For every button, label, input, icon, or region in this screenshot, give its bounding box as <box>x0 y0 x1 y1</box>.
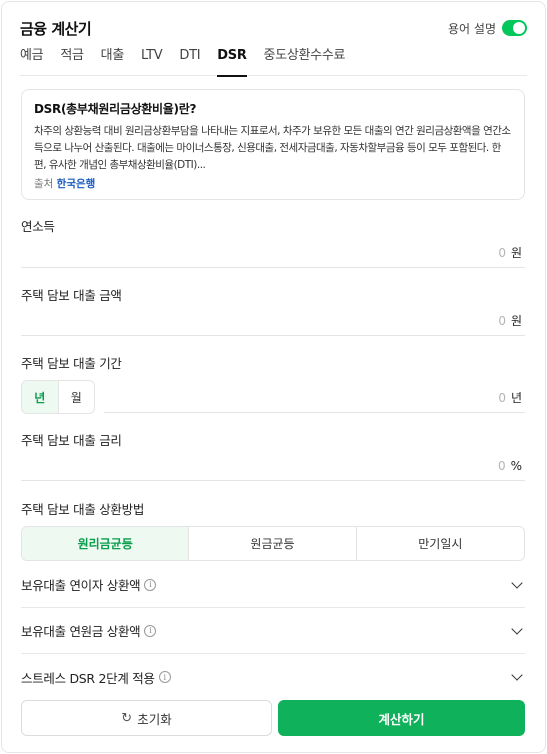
glossary-toggle-group[interactable]: 용어 설명 <box>448 20 527 37</box>
loan-amount-label: 주택 담보 대출 금액 <box>21 288 122 303</box>
accordion-title: 보유대출 연이자 상환액 <box>21 578 141 593</box>
interest-rate-input[interactable]: 0 % <box>21 451 525 481</box>
repayment-method-selector: 원리금균등 원금균등 만기일시 <box>21 526 525 561</box>
repayment-option-equal-payment[interactable]: 원리금균등 <box>22 527 190 560</box>
tab-prepayment-fee[interactable]: 중도상환수수료 <box>264 46 346 76</box>
loan-amount-input[interactable]: 0 원 <box>21 306 525 336</box>
toggle-knob <box>513 22 525 34</box>
tab-loan[interactable]: 대출 <box>101 46 125 76</box>
info-icon[interactable]: i <box>144 578 157 591</box>
loan-amount-unit: 원 <box>510 314 522 328</box>
page-title: 금융 계산기 <box>20 19 92 38</box>
calculator-tabs: 예금 적금 대출 LTV DTI DSR 중도상환수수료 <box>20 46 527 77</box>
info-icon[interactable]: i <box>144 624 157 637</box>
glossary-toggle-label: 용어 설명 <box>448 21 496 36</box>
tab-dti[interactable]: DTI <box>179 46 200 76</box>
interest-rate-field: 주택 담보 대출 금리 0 % <box>21 430 525 481</box>
definition-title: DSR(총부채원리금상환비율)란? <box>34 102 197 116</box>
source-link[interactable]: 한국은행 <box>57 178 96 190</box>
accordion-title: 보유대출 연원금 상환액 <box>21 624 141 639</box>
info-icon[interactable]: i <box>158 671 171 683</box>
accordion-title: 스트레스 DSR 2단계 적용 <box>21 670 155 686</box>
income-field: 연소득 0 원 <box>21 216 525 268</box>
repayment-option-equal-principal[interactable]: 원금균등 <box>189 527 357 560</box>
chevron-down-icon <box>511 669 523 681</box>
accordion-label: 보유대출 연이자 상환액 i <box>21 575 157 594</box>
loan-period-label: 주택 담보 대출 기간 <box>21 356 122 371</box>
interest-rate-value: 0 <box>497 458 506 473</box>
repayment-option-bullet[interactable]: 만기일시 <box>357 527 524 560</box>
loan-amount-value: 0 <box>498 313 506 328</box>
repayment-label: 주택 담보 대출 상환방법 <box>21 502 145 517</box>
period-unit-year[interactable]: 년 <box>22 381 59 413</box>
definition-card: DSR(총부채원리금상환비율)란? 차주의 상환능력 대비 원리금상환부담을 나… <box>21 89 525 200</box>
glossary-toggle[interactable] <box>502 20 527 36</box>
income-value: 0 <box>498 245 506 260</box>
header: 금융 계산기 용어 설명 <box>20 16 527 40</box>
calculate-button[interactable]: 계산하기 <box>278 700 525 736</box>
loan-period-unit: 년 <box>510 391 522 405</box>
income-label: 연소득 <box>21 219 55 234</box>
tab-savings[interactable]: 적금 <box>60 46 84 76</box>
reset-button[interactable]: ↻ 초기화 <box>21 700 272 736</box>
reset-label: 초기화 <box>137 711 172 727</box>
loan-amount-field: 주택 담보 대출 금액 0 원 <box>21 285 525 336</box>
loan-period-field: 주택 담보 대출 기간 <box>21 353 525 372</box>
accordion-existing-principal[interactable]: 보유대출 연원금 상환액 i <box>21 608 525 654</box>
tab-deposit[interactable]: 예금 <box>20 46 44 76</box>
income-unit: 원 <box>510 246 522 260</box>
accordion-existing-interest[interactable]: 보유대출 연이자 상환액 i <box>21 562 525 608</box>
interest-rate-label: 주택 담보 대출 금리 <box>21 433 122 448</box>
source-label: 출처 <box>34 178 54 190</box>
refresh-icon: ↻ <box>121 710 133 726</box>
loan-period-input[interactable]: 0 년 <box>104 383 525 413</box>
chevron-down-icon <box>511 622 523 635</box>
period-unit-toggle: 년 월 <box>21 380 95 414</box>
tab-ltv[interactable]: LTV <box>141 46 163 76</box>
period-unit-month[interactable]: 월 <box>59 381 95 413</box>
accordion-label: 보유대출 연원금 상환액 i <box>21 621 157 640</box>
income-input[interactable]: 0 원 <box>21 238 525 268</box>
accordion-stress-dsr[interactable]: 스트레스 DSR 2단계 적용 i <box>21 654 525 700</box>
calculate-label: 계산하기 <box>378 711 425 727</box>
loan-period-value: 0 <box>498 390 506 405</box>
interest-rate-unit: % <box>510 458 522 473</box>
chevron-down-icon <box>511 576 523 589</box>
definition-source: 출처 한국은행 <box>34 176 512 191</box>
accordion-label: 스트레스 DSR 2단계 적용 i <box>21 668 171 687</box>
definition-body: 차주의 상환능력 대비 원리금상환부담을 나타내는 지표로서, 차주가 보유한 … <box>34 125 511 171</box>
tab-dsr[interactable]: DSR <box>217 46 247 77</box>
repayment-field: 주택 담보 대출 상환방법 <box>21 499 525 518</box>
